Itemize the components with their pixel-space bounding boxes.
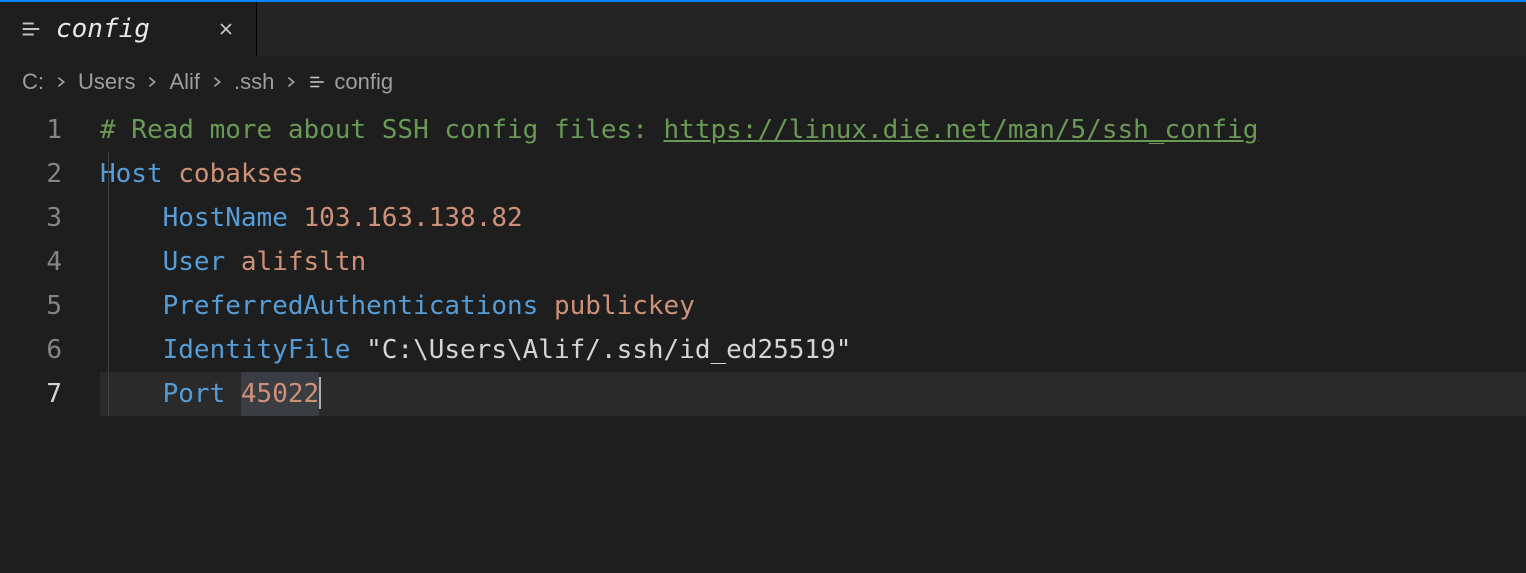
- breadcrumb-segment[interactable]: C:: [22, 69, 44, 95]
- line-number: 3: [0, 196, 62, 240]
- code-token: "C:\Users\Alif/.ssh/id_ed25519": [366, 328, 851, 372]
- code-editor[interactable]: 1234567 # Read more about SSH config fil…: [0, 102, 1526, 573]
- code-token: alifsltn: [241, 240, 366, 284]
- code-token: [225, 372, 241, 416]
- line-number: 1: [0, 108, 62, 152]
- tab-label: config: [56, 14, 150, 44]
- code-line[interactable]: PreferredAuthentications publickey: [100, 284, 1526, 328]
- code-token: Port: [163, 372, 226, 416]
- line-number: 4: [0, 240, 62, 284]
- file-icon: [20, 18, 42, 40]
- text-cursor: [319, 377, 321, 409]
- indent-guide: [108, 152, 109, 416]
- code-token: cobakses: [178, 152, 303, 196]
- code-token: PreferredAuthentications: [163, 284, 539, 328]
- close-icon[interactable]: [214, 17, 238, 41]
- code-token: [225, 240, 241, 284]
- code-token: [163, 152, 179, 196]
- code-token: # Read more about SSH config files:: [100, 108, 664, 152]
- tab-config[interactable]: config: [0, 2, 257, 56]
- code-token: User: [163, 240, 226, 284]
- code-area[interactable]: # Read more about SSH config files: http…: [100, 108, 1526, 573]
- file-icon: [308, 73, 326, 91]
- code-line[interactable]: Port 45022: [100, 372, 1526, 416]
- code-token: [538, 284, 554, 328]
- code-line[interactable]: Host cobakses: [100, 152, 1526, 196]
- code-line[interactable]: User alifsltn: [100, 240, 1526, 284]
- code-token: [288, 196, 304, 240]
- code-token: 45022: [241, 372, 319, 416]
- breadcrumb-segment[interactable]: Users: [78, 69, 135, 95]
- code-line[interactable]: # Read more about SSH config files: http…: [100, 108, 1526, 152]
- line-number: 6: [0, 328, 62, 372]
- code-token: publickey: [554, 284, 695, 328]
- code-token: IdentityFile: [163, 328, 351, 372]
- line-number-gutter: 1234567: [0, 108, 100, 573]
- breadcrumb-filename[interactable]: config: [334, 69, 393, 95]
- line-number: 2: [0, 152, 62, 196]
- code-token: Host: [100, 152, 163, 196]
- breadcrumb-segment[interactable]: Alif: [169, 69, 200, 95]
- code-token: [350, 328, 366, 372]
- line-number: 5: [0, 284, 62, 328]
- tab-bar: config: [0, 0, 1526, 56]
- code-line[interactable]: HostName 103.163.138.82: [100, 196, 1526, 240]
- code-token: HostName: [163, 196, 288, 240]
- line-number: 7: [0, 372, 62, 416]
- chevron-right-icon: [139, 75, 165, 89]
- chevron-right-icon: [204, 75, 230, 89]
- chevron-right-icon: [278, 75, 304, 89]
- breadcrumb-segment[interactable]: .ssh: [234, 69, 274, 95]
- editor-window: config C: Users Alif .ssh config: [0, 0, 1526, 573]
- code-token: 103.163.138.82: [304, 196, 523, 240]
- chevron-right-icon: [48, 75, 74, 89]
- breadcrumb[interactable]: C: Users Alif .ssh config: [0, 62, 1526, 102]
- code-token: https://linux.die.net/man/5/ssh_config: [664, 108, 1259, 152]
- code-line[interactable]: IdentityFile "C:\Users\Alif/.ssh/id_ed25…: [100, 328, 1526, 372]
